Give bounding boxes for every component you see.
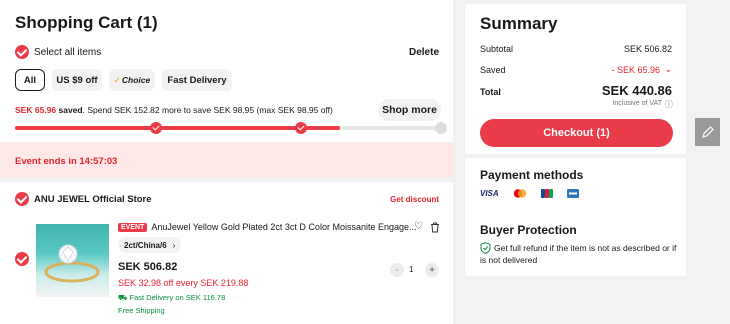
mastercard-icon [513, 189, 526, 198]
store-checkbox[interactable] [15, 192, 29, 206]
event-countdown-bar: Event ends in 14:57:03 [0, 142, 453, 178]
summary-title: Summary [480, 14, 558, 33]
product-checkbox[interactable] [15, 252, 29, 266]
info-icon[interactable]: ⓘ [665, 99, 673, 110]
promo-message: SEK 65.96 saved. Spend SEK 152.82 more t… [15, 105, 333, 115]
progress-milestone-1 [150, 122, 162, 134]
amex-icon [566, 189, 579, 198]
quantity-value[interactable]: 1 [409, 265, 413, 274]
progress-milestone-2 [295, 122, 307, 134]
saved-label: Saved [480, 65, 506, 75]
vat-note: Inclusive of VAT [612, 100, 662, 107]
product-title[interactable]: AnuJewel Yellow Gold Plated 2ct 3ct D Co… [151, 222, 431, 232]
product-discount: SEK 32.98 off every SEK 219.88 [118, 278, 249, 288]
edit-floating-button[interactable] [695, 118, 720, 146]
subtotal-value: SEK 506.82 [623, 44, 672, 54]
promo-progress-fill [15, 126, 341, 130]
payment-info-card: Payment methods VISA Buyer Protection Ge… [465, 158, 686, 276]
delete-button[interactable]: Delete [409, 47, 439, 58]
fast-delivery-text: Fast Delivery on SEK 116.78 [129, 293, 226, 302]
page-title: Shopping Cart (1) [15, 13, 158, 32]
subtotal-label: Subtotal [480, 44, 514, 54]
filter-chip-fast-delivery[interactable]: Fast Delivery [162, 69, 232, 91]
chevron-right-icon: › [172, 240, 176, 250]
promo-rest: . Spend SEK 152.82 more to save SEK 98.9… [82, 105, 333, 115]
choice-check-icon: ✓ [113, 74, 121, 85]
choice-label: Choice [121, 75, 151, 85]
quantity-increase-button[interactable]: + [425, 263, 439, 277]
payment-methods-title: Payment methods [480, 168, 584, 182]
payment-logos: VISA [480, 189, 579, 198]
fast-delivery-note: ⛟ Fast Delivery on SEK 116.78 [118, 293, 225, 303]
variant-selector[interactable]: 2ct/China/6 › [118, 237, 182, 253]
product-title-row: EVENT AnuJewel Yellow Gold Plated 2ct 3c… [118, 222, 431, 232]
get-discount-link[interactable]: Get discount [390, 195, 439, 204]
visa-icon: VISA [480, 189, 499, 198]
product-price: SEK 506.82 [118, 261, 178, 273]
total-label: Total [480, 87, 501, 97]
event-countdown-text: Event ends in 14:57:03 [15, 156, 118, 167]
cart-header-card: Shopping Cart (1) Select all items Delet… [0, 0, 453, 142]
promo-saved-word: saved [58, 105, 83, 115]
shop-more-button[interactable]: Shop more [378, 99, 441, 121]
pencil-icon [701, 126, 714, 138]
event-badge: EVENT [118, 222, 148, 232]
order-summary-card: Summary Subtotal SEK 506.82 Saved - SEK … [465, 4, 686, 154]
checkout-button[interactable]: Checkout (1) [480, 119, 673, 147]
product-image[interactable] [36, 224, 109, 297]
quantity-decrease-button[interactable]: - [390, 263, 404, 277]
filter-chip-all[interactable]: All [15, 69, 45, 91]
buyer-protection-title: Buyer Protection [480, 223, 577, 237]
truck-icon: ⛟ [118, 293, 128, 302]
promo-progress-bar [15, 122, 447, 134]
select-all-checkbox[interactable] [15, 45, 29, 59]
select-all-label[interactable]: Select all items [34, 47, 101, 58]
total-value: SEK 440.86 [601, 83, 672, 98]
jcb-icon [540, 189, 553, 198]
ring-image-icon [44, 244, 100, 283]
promo-saved-amount: SEK 65.96 [15, 105, 57, 115]
saved-value[interactable]: - SEK 65.96 [611, 65, 660, 75]
chevron-down-icon[interactable]: ⌄ [664, 64, 672, 75]
buyer-protection-text: Get full refund if the item is not as de… [480, 243, 677, 265]
variant-label: 2ct/China/6 [124, 240, 167, 250]
store-name[interactable]: ANU JEWEL Official Store [34, 194, 152, 205]
wishlist-heart-icon[interactable]: ♡ [414, 221, 423, 232]
progress-milestone-3 [435, 122, 447, 134]
filter-chip-choice[interactable]: ✓ Choice [109, 69, 155, 91]
filter-chip-coupon[interactable]: US $9 off [52, 69, 102, 91]
trash-icon[interactable] [430, 222, 440, 233]
store-card: ANU JEWEL Official Store Get discount EV… [0, 182, 453, 324]
free-shipping-note: Free Shipping [118, 306, 165, 315]
